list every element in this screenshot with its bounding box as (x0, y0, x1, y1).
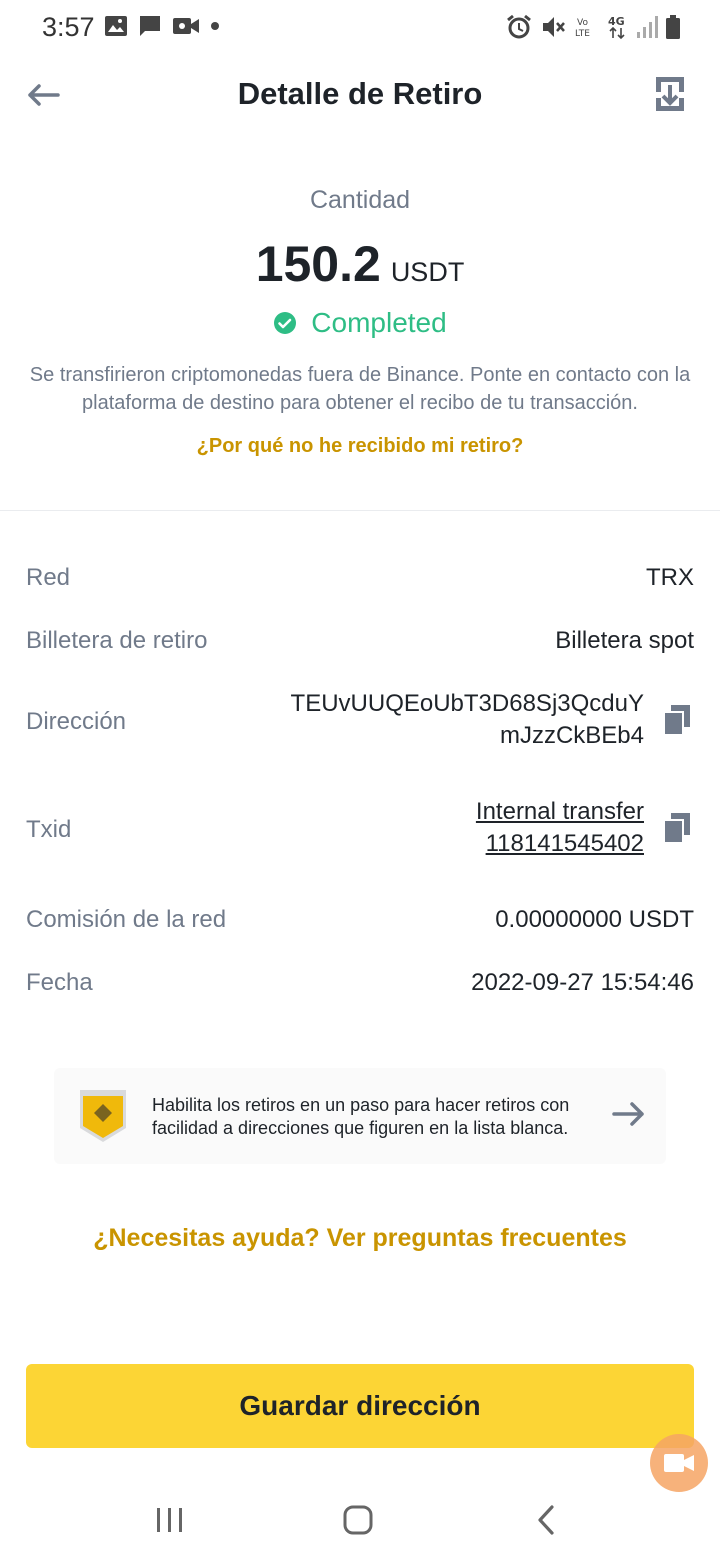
wallet-value: Billetera spot (555, 627, 694, 654)
home-icon (343, 1505, 373, 1535)
fee-label: Comisión de la red (26, 906, 227, 933)
address-value: TEUvUUQEoUbT3D68Sj3QcduY mJzzCkBEb4 (291, 688, 644, 752)
status-time: 3:57 (42, 12, 95, 42)
txid-line-2[interactable]: 118141545402 (476, 828, 644, 860)
divider (0, 510, 720, 511)
back-icon (538, 1505, 554, 1535)
recent-apps-icon (157, 1508, 182, 1532)
4g-icon: 4G (608, 15, 625, 40)
svg-text:LTE: LTE (575, 29, 590, 39)
detail-row-address: Dirección TEUvUUQEoUbT3D68Sj3QcduY mJzzC… (26, 688, 694, 756)
save-address-button[interactable]: Guardar dirección (26, 1364, 694, 1448)
txid-value-link[interactable]: Internal transfer 118141545402 (476, 796, 644, 860)
alarm-icon (507, 14, 531, 39)
video-icon (173, 18, 199, 34)
detail-row-wallet: Billetera de retiro Billetera spot (26, 627, 694, 659)
header: Detalle de Retiro (0, 56, 720, 136)
network-value: TRX (646, 564, 694, 591)
address-line-2: mJzzCkBEb4 (499, 722, 644, 749)
txid-line-1[interactable]: Internal transfer (476, 796, 644, 828)
detail-row-date: Fecha 2022-09-27 15:54:46 (26, 969, 694, 1001)
nav-back-button[interactable] (522, 1500, 570, 1540)
volte-icon: VoLTE (575, 18, 590, 39)
battery-icon (666, 15, 680, 39)
page-title: Detalle de Retiro (237, 76, 483, 111)
status-left-icons (104, 14, 220, 38)
copy-address-icon[interactable] (664, 705, 690, 735)
svg-text:Vo: Vo (577, 18, 588, 28)
faq-help-link[interactable]: ¿Necesitas ayuda? Ver preguntas frecuent… (0, 1224, 720, 1253)
recent-apps-button[interactable] (146, 1500, 194, 1540)
date-value: 2022-09-27 15:54:46 (471, 969, 694, 996)
export-button[interactable] (650, 74, 690, 114)
network-label: Red (26, 564, 71, 591)
date-label: Fecha (26, 969, 93, 996)
arrow-right-icon (612, 1102, 644, 1126)
amount-value: 150.2 (255, 236, 381, 292)
status-bar: 3:57 Vo LTE 4G (0, 0, 720, 56)
withdrawal-summary: Cantidad 150.2 USDT Completed Se transfi… (0, 186, 720, 458)
copy-txid-icon[interactable] (664, 813, 690, 843)
address-label: Dirección (26, 708, 127, 735)
status-row: Completed (0, 307, 720, 339)
export-icon (656, 77, 684, 111)
svg-text:4G: 4G (608, 15, 625, 28)
txid-label: Txid (26, 816, 72, 843)
amount-label: Cantidad (309, 186, 411, 214)
amount-row: 150.2 USDT (0, 235, 720, 293)
mute-icon (543, 17, 565, 37)
banner-text: Habilita los retiros en un paso para hac… (152, 1095, 570, 1138)
shield-icon (80, 1090, 126, 1142)
image-icon (105, 16, 127, 36)
status-text: Completed (311, 307, 447, 338)
amount-unit: USDT (390, 257, 465, 287)
detail-row-fee: Comisión de la red 0.00000000 USDT (26, 906, 694, 938)
fee-value: 0.00000000 USDT (495, 906, 694, 933)
address-line-1: TEUvUUQEoUbT3D68Sj3QcduY (290, 690, 644, 717)
dot-icon (211, 22, 219, 30)
detail-row-txid: Txid Internal transfer 118141545402 (26, 796, 694, 864)
video-camera-icon (664, 1454, 694, 1472)
detail-row-network: Red TRX (26, 564, 694, 596)
check-circle-icon (274, 312, 297, 334)
why-not-received-link[interactable]: ¿Por qué no he recibido mi retiro? (0, 435, 720, 458)
description-text: Se transfirieron criptomonedas fuera de … (29, 364, 691, 414)
whitelist-banner[interactable]: Habilita los retiros en un paso para hac… (54, 1068, 666, 1164)
save-address-label: Guardar dirección (239, 1390, 481, 1421)
signal-icon (637, 16, 658, 38)
status-right-icons: Vo LTE 4G (506, 14, 680, 40)
home-button[interactable] (334, 1500, 382, 1540)
system-nav-bar (0, 1480, 720, 1560)
wallet-label: Billetera de retiro (26, 627, 208, 654)
message-icon (140, 16, 160, 36)
